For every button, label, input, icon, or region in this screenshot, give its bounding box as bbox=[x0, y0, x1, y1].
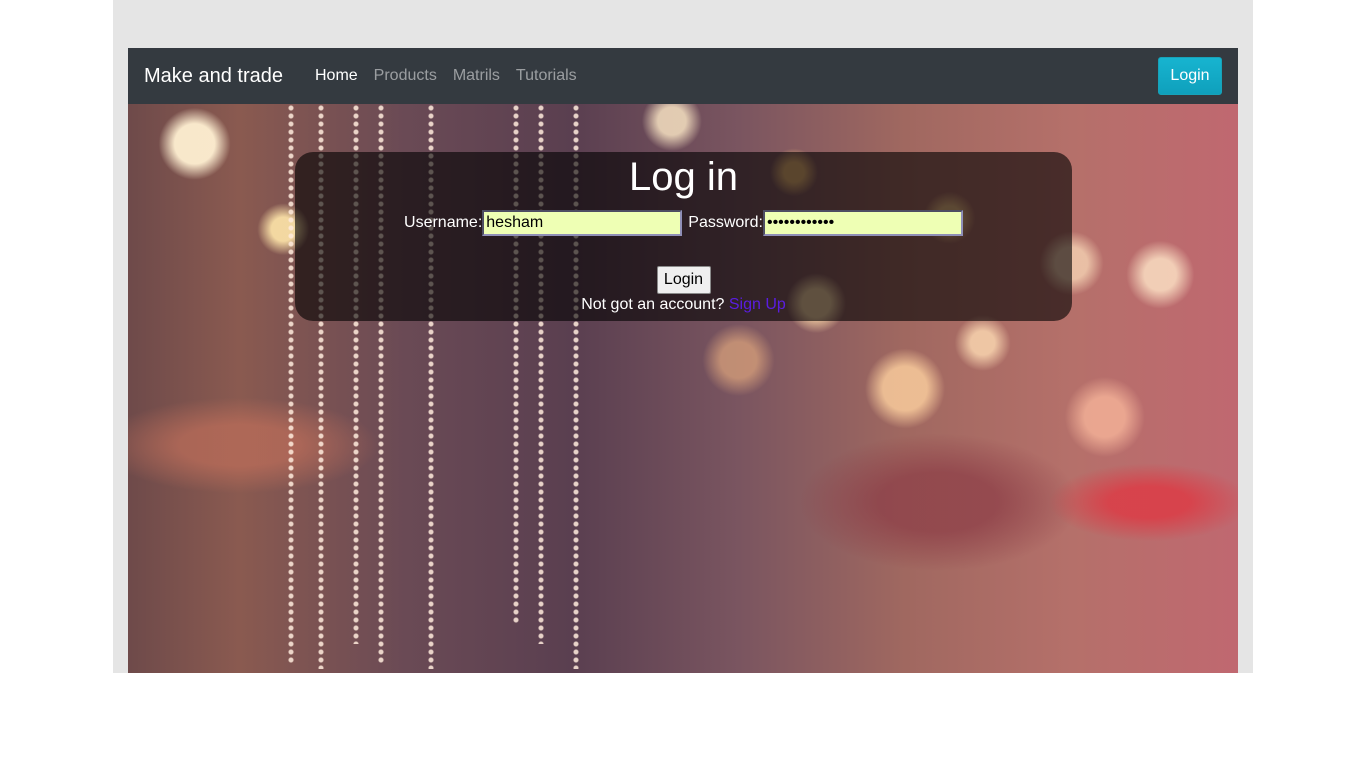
username-label: Username: bbox=[404, 214, 483, 231]
nav-link-home[interactable]: Home bbox=[307, 67, 366, 85]
password-label: Password: bbox=[688, 214, 763, 231]
credentials-row: Username: Password: bbox=[295, 210, 1072, 236]
top-navbar: Make and trade Home Products Matrils Tut… bbox=[128, 48, 1238, 104]
nav-link-products[interactable]: Products bbox=[366, 67, 445, 85]
nav-links: Home Products Matrils Tutorials bbox=[307, 67, 1158, 85]
signup-link[interactable]: Sign Up bbox=[729, 296, 786, 313]
brand-logo[interactable]: Make and trade bbox=[144, 65, 283, 88]
login-panel: Log in Username: Password: Login Not got… bbox=[295, 152, 1072, 321]
login-title: Log in bbox=[629, 155, 738, 199]
nav-link-matrils[interactable]: Matrils bbox=[445, 67, 508, 85]
nav-link-tutorials[interactable]: Tutorials bbox=[508, 67, 585, 85]
signup-row: Not got an account? Sign Up bbox=[295, 296, 1072, 314]
login-submit-button[interactable]: Login bbox=[656, 266, 711, 294]
username-input[interactable] bbox=[482, 210, 683, 236]
signup-prompt: Not got an account? bbox=[581, 296, 725, 313]
password-input[interactable] bbox=[762, 210, 963, 236]
page-container: Make and trade Home Products Matrils Tut… bbox=[128, 48, 1238, 673]
navbar-login-button[interactable]: Login bbox=[1158, 57, 1222, 95]
necklace-strand bbox=[288, 104, 294, 664]
